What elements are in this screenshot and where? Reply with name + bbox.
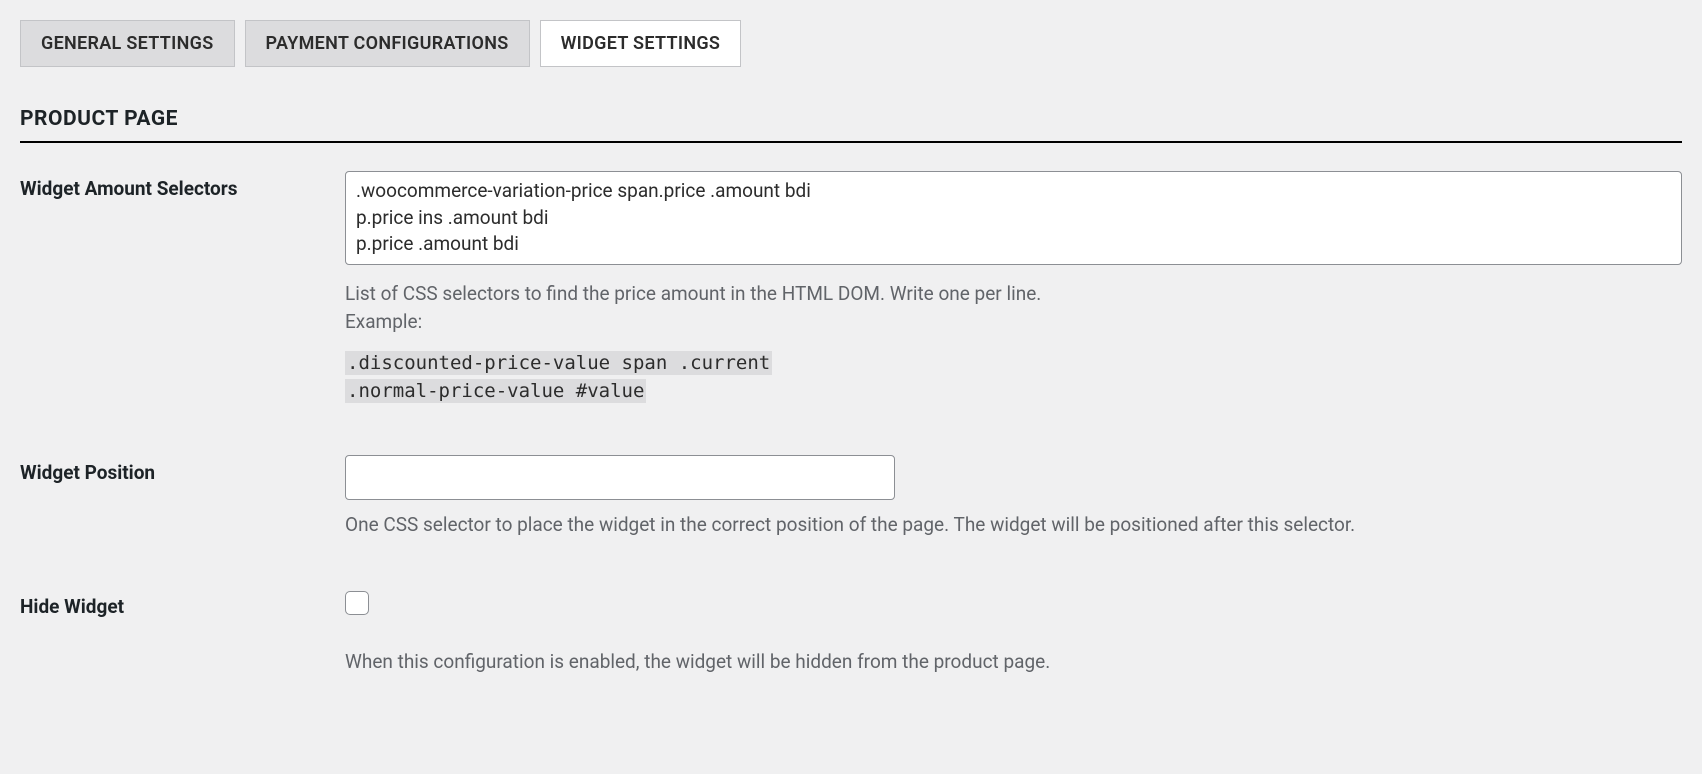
row-widget-position: Widget Position One CSS selector to plac…	[20, 455, 1682, 539]
label-widget-amount-selectors: Widget Amount Selectors	[20, 171, 345, 200]
label-hide-widget: Hide Widget	[20, 589, 345, 618]
control-widget-position: One CSS selector to place the widget in …	[345, 455, 1682, 539]
tab-widget-settings[interactable]: WIDGET SETTINGS	[540, 20, 742, 67]
section-title: PRODUCT PAGE	[20, 107, 1682, 143]
label-widget-position: Widget Position	[20, 455, 345, 484]
control-widget-amount-selectors: List of CSS selectors to find the price …	[345, 171, 1682, 405]
code-example-block: .discounted-price-value span .current .n…	[345, 350, 1682, 405]
help-amount-selectors-1: List of CSS selectors to find the price …	[345, 281, 1682, 308]
checkbox-hide-widget[interactable]	[345, 591, 369, 615]
input-widget-position[interactable]	[345, 455, 895, 500]
help-amount-selectors-2: Example:	[345, 309, 1682, 336]
code-example-line-2: .normal-price-value #value	[345, 379, 646, 403]
help-hide-widget: When this configuration is enabled, the …	[345, 649, 1682, 676]
settings-tabs: GENERAL SETTINGS PAYMENT CONFIGURATIONS …	[20, 20, 1682, 67]
textarea-widget-amount-selectors[interactable]	[345, 171, 1682, 265]
control-hide-widget: When this configuration is enabled, the …	[345, 589, 1682, 676]
tab-general-settings[interactable]: GENERAL SETTINGS	[20, 20, 235, 67]
row-hide-widget: Hide Widget When this configuration is e…	[20, 589, 1682, 676]
code-example-line-1: .discounted-price-value span .current	[345, 351, 772, 375]
help-widget-position: One CSS selector to place the widget in …	[345, 512, 1682, 539]
row-widget-amount-selectors: Widget Amount Selectors List of CSS sele…	[20, 171, 1682, 405]
tab-payment-configurations[interactable]: PAYMENT CONFIGURATIONS	[245, 20, 530, 67]
